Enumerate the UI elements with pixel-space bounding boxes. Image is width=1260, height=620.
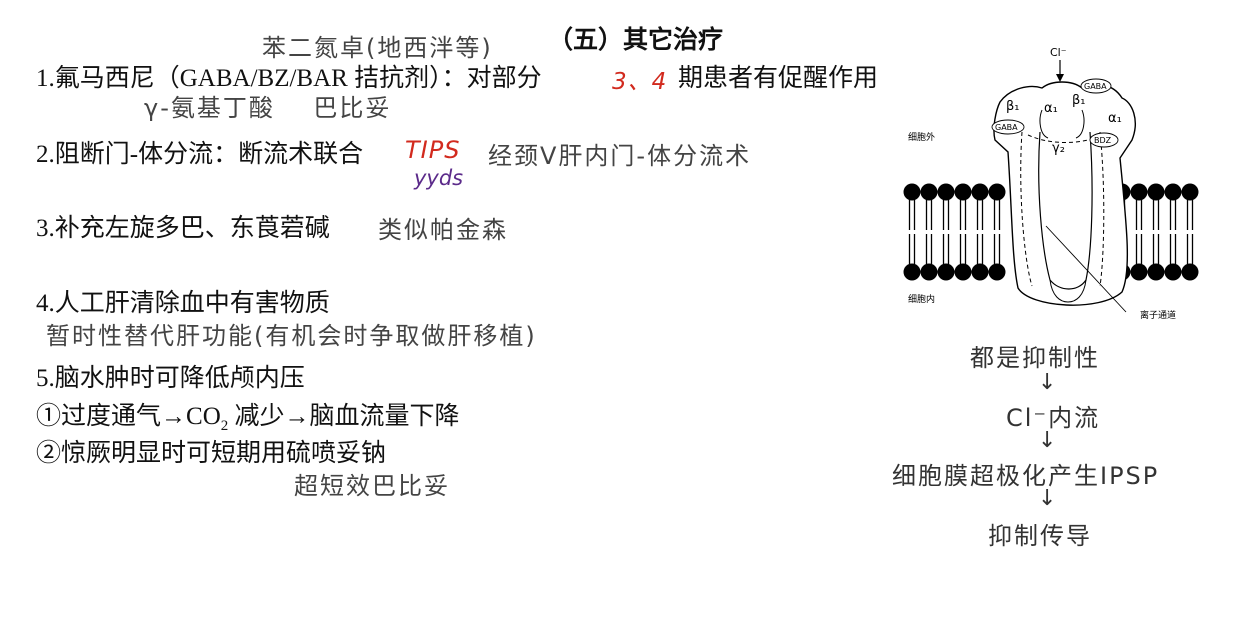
item-2-number: 2. (36, 141, 55, 168)
beta1-left-label: β₁ (1006, 99, 1020, 114)
item-3-text: 补充左旋多巴、东莨菪碱 (54, 215, 330, 242)
lipid-head-outer (1130, 183, 1148, 201)
gaba-receptor-diagram: Cl⁻ GABA GABA BDZ β₁ α₁ β₁ α₁ γ₂ 细胞外 细胞内… (903, 46, 1199, 321)
item-3-annotation-after: 类似帕金森 (378, 216, 508, 244)
lipid-head-outer (1164, 183, 1182, 201)
item-1-stage-annotation: 3、4 (612, 69, 668, 95)
item-1-text-after: 期患者有促醒作用 (678, 65, 879, 92)
lipid-head-outer (937, 183, 955, 201)
alpha1-left-label: α₁ (1044, 101, 1058, 116)
item-4-annotation-below: 暂时性替代肝功能(有机会时争取做肝移植) (46, 322, 537, 350)
ion-channel-label: 离子通道 (1140, 309, 1176, 321)
beta1-right-label: β₁ (1072, 93, 1086, 108)
extracellular-label: 细胞外 (908, 131, 935, 143)
chloride-ion-label: Cl⁻ (1050, 46, 1067, 59)
sub-item-1-text-before: 过度通气→CO (61, 403, 221, 430)
lipid-head-inner (937, 263, 955, 281)
item-2: 2.阻断门-体分流：断流术联合 (36, 134, 363, 170)
gaba-left-label: GABA (995, 123, 1018, 132)
lipid-head-inner (903, 263, 921, 281)
page-title: （五）其它治疗 (548, 25, 724, 54)
alpha1-right-label: α₁ (1108, 111, 1122, 126)
item-3: 3.补充左旋多巴、东莨菪碱 (36, 208, 330, 244)
item-1-number: 1. (36, 65, 55, 92)
sub-item-2-marker: ② (36, 440, 62, 467)
sub-item-1: ①过度通气→CO2 减少→脑血流量下降 (36, 396, 460, 435)
item-2-tips-annotation: TIPS (405, 136, 461, 164)
lipid-head-outer (920, 183, 938, 201)
sub-item-2-annotation-below: 超短效巴比妥 (294, 472, 450, 500)
item-5: 5.脑水肿时可降低颅内压 (36, 358, 305, 394)
lipid-head-inner (971, 263, 989, 281)
lipid-head-outer (1181, 183, 1199, 201)
flow-step-3: 细胞膜超极化产生IPSP (892, 462, 1160, 490)
lipid-head-inner (988, 263, 1006, 281)
lipid-head-outer (988, 183, 1006, 201)
item-2-text: 阻断门-体分流：断流术联合 (54, 141, 364, 168)
intracellular-label: 细胞内 (908, 293, 935, 305)
lipid-head-inner (1164, 263, 1182, 281)
lipid-head-inner (1130, 263, 1148, 281)
item-5-number: 5. (36, 365, 55, 392)
lipid-head-outer (903, 183, 921, 201)
flow-step-1: 都是抑制性 (970, 344, 1100, 372)
gamma2-label: γ₂ (1052, 141, 1065, 156)
flow-step-4: 抑制传导 (988, 522, 1092, 550)
item-4: 4.人工肝清除血中有害物质 (36, 283, 330, 319)
lipid-head-outer (971, 183, 989, 201)
sub-item-1-marker: ① (36, 403, 62, 430)
flow-arrow-1: ↓ (1038, 370, 1057, 395)
lipid-head-inner (954, 263, 972, 281)
item-4-text: 人工肝清除血中有害物质 (54, 290, 330, 317)
gaba-top-label: GABA (1084, 82, 1107, 91)
sub-item-2: ②惊厥明显时可短期用硫喷妥钠 (36, 433, 386, 469)
item-2-annotation-below: yyds (414, 166, 464, 190)
lipid-head-outer (954, 183, 972, 201)
item-4-number: 4. (36, 290, 55, 317)
bdz-label: BDZ (1094, 136, 1112, 145)
lipid-head-inner (1181, 263, 1199, 281)
item-1-annotation-below: γ-氨基丁酸 巴比妥 (144, 94, 392, 122)
sub-item-1-text-after: 减少→脑血流量下降 (228, 403, 460, 430)
lipid-head-outer (1147, 183, 1165, 201)
sub-item-2-text: 惊厥明显时可短期用硫喷妥钠 (61, 440, 387, 467)
item-2-annotation-after: 经颈V肝内门-体分流术 (488, 142, 752, 170)
flow-arrow-2: ↓ (1038, 428, 1057, 453)
item-5-text: 脑水肿时可降低颅内压 (54, 365, 305, 392)
lipid-head-inner (1147, 263, 1165, 281)
flow-arrow-3: ↓ (1038, 486, 1057, 511)
item-3-number: 3. (36, 215, 55, 242)
lipid-head-inner (920, 263, 938, 281)
